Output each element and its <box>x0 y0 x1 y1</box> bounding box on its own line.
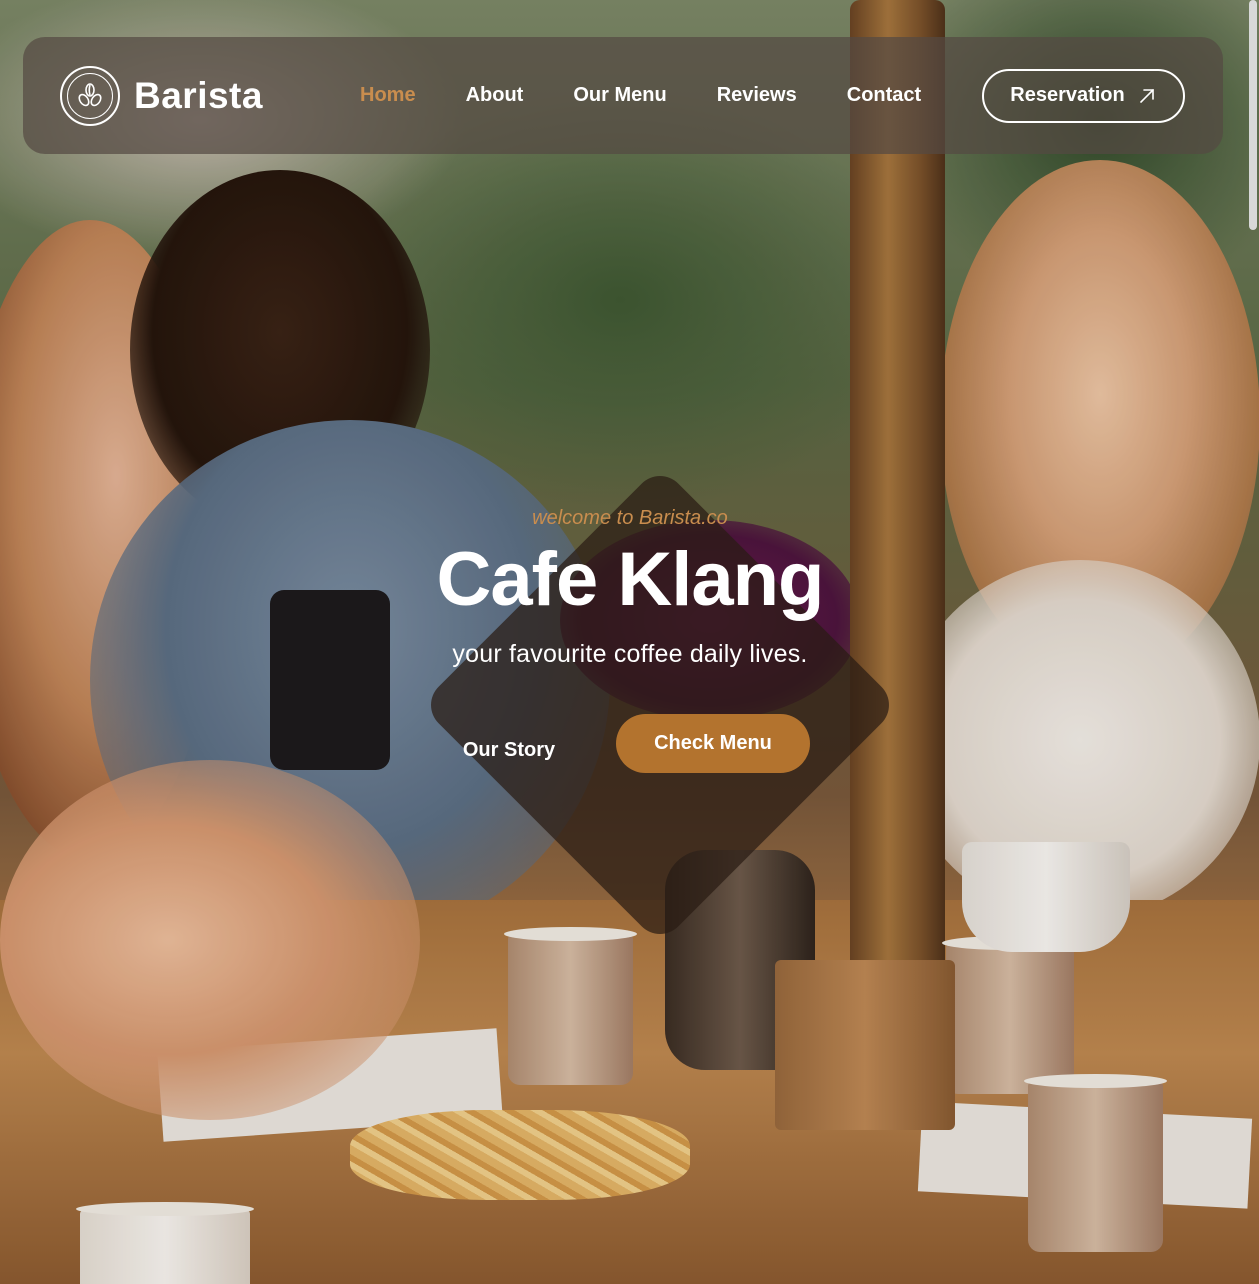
nav-item-our-menu[interactable]: Our Menu <box>573 84 666 107</box>
arrow-up-right-icon <box>1139 88 1154 103</box>
nav-item-about[interactable]: About <box>466 84 524 107</box>
brand-logo[interactable]: Barista <box>60 65 360 126</box>
site-header: Barista Home About Our Menu Reviews Cont… <box>23 37 1223 154</box>
hero-welcome-text: welcome to Barista.co <box>532 507 728 529</box>
nav-item-reviews[interactable]: Reviews <box>717 84 797 107</box>
nav-item-contact[interactable]: Contact <box>847 84 921 107</box>
main-nav: Home About Our Menu Reviews Contact <box>360 84 921 107</box>
reservation-label: Reservation <box>1010 84 1125 106</box>
hero-subtitle: your favourite coffee daily lives. <box>452 640 808 668</box>
reservation-button[interactable]: Reservation <box>982 68 1185 123</box>
brand-name: Barista <box>134 74 263 116</box>
page-scrollbar[interactable] <box>1249 0 1257 230</box>
nav-item-home[interactable]: Home <box>360 84 416 107</box>
our-story-button[interactable]: Our Story <box>430 728 588 772</box>
check-menu-button[interactable]: Check Menu <box>616 714 810 773</box>
coffee-beans-icon <box>60 65 120 126</box>
hero-title: Cafe Klang <box>436 537 825 622</box>
